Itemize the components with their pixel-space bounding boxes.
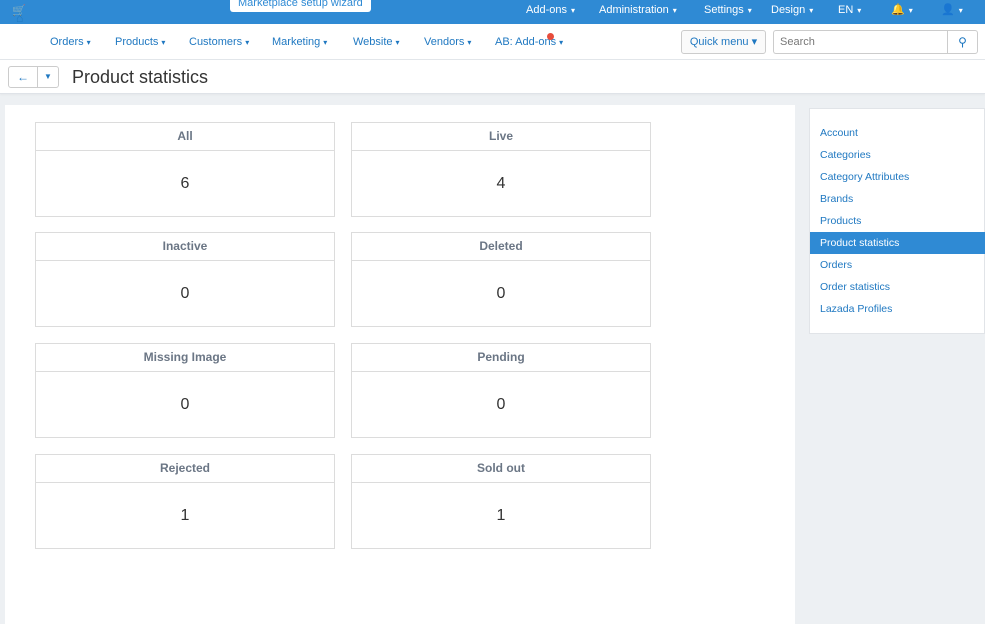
- back-button[interactable]: ←: [8, 66, 38, 88]
- nav-customers[interactable]: Customers ▾: [189, 36, 249, 48]
- caret-down-icon: ▾: [958, 6, 963, 15]
- nav-products[interactable]: Products ▾: [115, 36, 165, 48]
- nav-marketing[interactable]: Marketing ▾: [272, 36, 327, 48]
- topnav-administration[interactable]: Administration ▾: [599, 0, 677, 24]
- stat-card-label: Missing Image: [36, 344, 334, 372]
- sidebar-item-orders[interactable]: Orders: [810, 254, 985, 276]
- stat-card-value: 6: [180, 175, 190, 192]
- topnav-user-menu[interactable]: 👤 ▾: [941, 0, 963, 24]
- topnav-design-label: Design: [771, 4, 806, 16]
- search-icon: ⚲: [958, 35, 967, 49]
- notification-dot: [547, 33, 554, 40]
- stat-card-value: 0: [180, 285, 190, 302]
- search-input[interactable]: [773, 30, 948, 54]
- stat-card-label: Pending: [352, 344, 650, 372]
- stat-card-missing-image: Missing Image 0: [35, 343, 335, 438]
- page-title: Product statistics: [72, 67, 209, 87]
- bell-icon: 🔔: [891, 4, 905, 16]
- caret-down-icon: ▾: [747, 6, 752, 15]
- topnav-language[interactable]: EN ▾: [838, 0, 861, 24]
- sidebar: Account Categories Category Attributes B…: [809, 108, 985, 334]
- caret-down-icon: ▾: [672, 6, 677, 15]
- nav-website-label: Website: [353, 36, 393, 48]
- sidebar-item-category-attributes[interactable]: Category Attributes: [810, 166, 985, 188]
- topnav-notifications[interactable]: 🔔 ▾: [891, 0, 913, 24]
- topnav-settings-label: Settings: [704, 4, 744, 16]
- stat-card-live: Live 4: [351, 122, 651, 217]
- stat-card-rejected: Rejected 1: [35, 454, 335, 549]
- topnav-addons-label: Add-ons: [526, 4, 567, 16]
- stat-card-label: Deleted: [352, 233, 650, 261]
- caret-down-icon: ▾: [86, 38, 91, 47]
- stat-card-pending: Pending 0: [351, 343, 651, 438]
- caret-down-icon: ▾: [161, 38, 166, 47]
- stat-card-value: 4: [496, 175, 506, 192]
- nav-vendors[interactable]: Vendors ▾: [424, 36, 471, 48]
- stat-card-label: Rejected: [36, 455, 334, 483]
- sidebar-item-brands[interactable]: Brands: [810, 188, 985, 210]
- search-button[interactable]: ⚲: [947, 30, 978, 54]
- sidebar-item-account[interactable]: Account: [810, 122, 985, 144]
- sidebar-item-categories[interactable]: Categories: [810, 144, 985, 166]
- nav-marketing-label: Marketing: [272, 36, 321, 48]
- topnav-settings[interactable]: Settings ▾: [704, 0, 752, 24]
- caret-down-icon: ▾: [857, 6, 862, 15]
- topnav-addons[interactable]: Add-ons ▾: [526, 0, 575, 24]
- stat-card-value: 0: [496, 396, 506, 413]
- caret-down-icon: ▾: [467, 38, 472, 47]
- nav-orders[interactable]: Orders ▾: [50, 36, 91, 48]
- sidebar-item-lazada-profiles[interactable]: Lazada Profiles: [810, 298, 985, 320]
- arrow-left-icon: ←: [17, 70, 29, 84]
- stat-card-label: Inactive: [36, 233, 334, 261]
- caret-down-icon: ▾: [809, 6, 814, 15]
- stat-card-label: Sold out: [352, 455, 650, 483]
- stat-card-all: All 6: [35, 122, 335, 217]
- nav-website[interactable]: Website ▾: [353, 36, 400, 48]
- home-icon[interactable]: ⌂: [16, 11, 23, 25]
- user-icon: 👤: [941, 4, 955, 16]
- stat-card-sold-out: Sold out 1: [351, 454, 651, 549]
- caret-down-icon: ▾: [245, 38, 250, 47]
- nav-orders-label: Orders: [50, 36, 84, 48]
- nav-vendors-label: Vendors: [424, 36, 465, 48]
- stat-card-value: 1: [496, 507, 506, 524]
- stat-card-value: 0: [180, 396, 190, 413]
- back-dropdown-button[interactable]: ▼: [37, 66, 59, 88]
- marketplace-wizard-button[interactable]: Marketplace setup wizard: [230, 0, 371, 12]
- sidebar-item-products[interactable]: Products: [810, 210, 985, 232]
- topnav-language-label: EN: [838, 4, 854, 16]
- caret-down-icon: ▾: [908, 6, 913, 15]
- nav-customers-label: Customers: [189, 36, 243, 48]
- nav-products-label: Products: [115, 36, 159, 48]
- main-content: All 6 Live 4 Inactive 0 Deleted 0 Missin…: [5, 105, 795, 624]
- sidebar-item-order-statistics[interactable]: Order statistics: [810, 276, 985, 298]
- stat-card-deleted: Deleted 0: [351, 232, 651, 327]
- topnav-design[interactable]: Design ▾: [771, 0, 813, 24]
- stat-card-inactive: Inactive 0: [35, 232, 335, 327]
- topnav-administration-label: Administration: [599, 4, 669, 16]
- caret-down-icon: ▾: [559, 38, 564, 47]
- stat-card-value: 0: [496, 285, 506, 302]
- stat-card-label: All: [36, 123, 334, 151]
- caret-down-icon: ▾: [570, 6, 575, 15]
- caret-down-icon: ▾: [323, 38, 328, 47]
- stat-card-label: Live: [352, 123, 650, 151]
- chevron-down-icon: ▼: [44, 72, 52, 81]
- caret-down-icon: ▾: [395, 38, 400, 47]
- stat-card-value: 1: [180, 507, 190, 524]
- quick-menu-button[interactable]: Quick menu ▾: [681, 30, 766, 54]
- sidebar-item-product-statistics[interactable]: Product statistics: [810, 232, 985, 254]
